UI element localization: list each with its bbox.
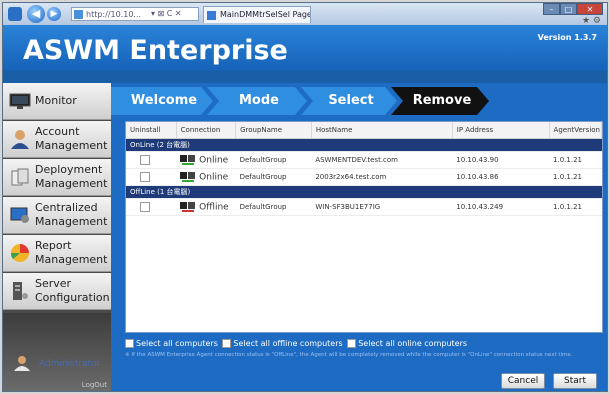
- table-header-row: Uninstall Connection GroupName HostName …: [126, 122, 602, 139]
- sidebar-item-label: Deployment Management: [35, 163, 108, 190]
- column-header-hostname[interactable]: HostName: [311, 122, 453, 139]
- address-controls[interactable]: ▾ ⊠ C ✕: [149, 7, 199, 21]
- maximize-button[interactable]: □: [560, 3, 577, 15]
- sidebar-item-label: Server Configuration: [35, 277, 110, 304]
- agent-version-cell: 1.0.1.21: [549, 198, 602, 216]
- back-icon[interactable]: ◀: [27, 5, 45, 23]
- agent-version-cell: 1.0.1.21: [549, 151, 602, 169]
- group-name-cell: DefaultGroup: [235, 168, 312, 186]
- offline-computer-icon: [180, 201, 196, 212]
- wizard-step-select: Select: [328, 93, 374, 108]
- app-title: ASWM Enterprise: [23, 35, 288, 66]
- wizard-step-welcome: Welcome: [130, 93, 198, 108]
- sidebar-item-report[interactable]: Report Management: [3, 235, 111, 272]
- column-header-connection[interactable]: Connection: [176, 122, 237, 139]
- agent-version-cell: 1.0.1.21: [549, 168, 602, 186]
- select-online-label[interactable]: Select all online computers: [358, 339, 467, 348]
- user-icon: [11, 130, 29, 149]
- browser-tab[interactable]: MainDMMtrSelSel Page: [203, 6, 311, 23]
- ip-address-cell: 10.10.43.90: [452, 151, 550, 169]
- tab-page-icon: [207, 11, 216, 20]
- server-icon: [13, 282, 28, 300]
- host-name-cell: ASWMENTDEV.test.com: [311, 151, 453, 169]
- table-row[interactable]: Offline DefaultGroup WIN-SF3BU1E77IG 10.…: [126, 198, 602, 216]
- column-header-groupname[interactable]: GroupName: [235, 122, 312, 139]
- table-row[interactable]: Online DefaultGroup 2003r2x64.test.com 1…: [126, 168, 602, 186]
- uninstall-checkbox[interactable]: [140, 155, 150, 165]
- browser-window: ◀ ▶ http://10.10... ▾ ⊠ C ✕ MainDMMtrSel…: [2, 2, 608, 392]
- close-button[interactable]: ✕: [577, 3, 603, 15]
- monitor-icon: [9, 93, 31, 109]
- group-row-offline[interactable]: OffLine (1 台電腦): [126, 185, 602, 199]
- group-label: OffLine (1 台電腦): [126, 185, 602, 199]
- group-name-cell: DefaultGroup: [235, 151, 312, 169]
- cancel-button[interactable]: Cancel: [501, 373, 545, 389]
- sidebar-item-label: Monitor: [35, 94, 77, 107]
- sidebar-item-label: Report Management: [35, 239, 108, 266]
- sidebar-item-account[interactable]: Account Management: [3, 121, 111, 158]
- sidebar-item-server[interactable]: Server Configuration: [3, 273, 111, 310]
- host-name-cell: WIN-SF3BU1E77IG: [311, 198, 453, 216]
- logout-link[interactable]: LogOut: [82, 381, 107, 389]
- group-label: OnLine (2 台電腦): [126, 138, 602, 152]
- select-all-checkbox[interactable]: [125, 339, 134, 348]
- offline-note: ※ If the ASWM Enterprise Agent connectio…: [125, 352, 573, 358]
- select-online-checkbox[interactable]: [347, 339, 357, 348]
- computer-list-panel: Uninstall Connection GroupName HostName …: [125, 121, 603, 333]
- version-label: Version 1.3.7: [537, 33, 597, 42]
- browser-toolbar: ◀ ▶ http://10.10... ▾ ⊠ C ✕ MainDMMtrSel…: [3, 3, 607, 26]
- tab-title: MainDMMtrSelSel Page: [220, 10, 311, 19]
- sidebar-item-deployment[interactable]: Deployment Management: [3, 159, 111, 196]
- sidebar-item-centralized[interactable]: Centralized Management: [3, 197, 111, 234]
- host-name-cell: 2003r2x64.test.com: [311, 168, 453, 186]
- start-button[interactable]: Start: [553, 373, 597, 389]
- sidebar-item-label: Account Management: [35, 125, 108, 152]
- app-header: ASWM Enterprise Version 1.3.7: [3, 25, 607, 71]
- selection-options: Select all computers Select all offline …: [125, 339, 603, 351]
- administrator-icon: [14, 356, 30, 371]
- online-computer-icon: [180, 171, 196, 182]
- computer-table: Uninstall Connection GroupName HostName …: [126, 122, 602, 216]
- connection-status: Offline: [199, 202, 229, 213]
- wizard-step-mode: Mode: [239, 93, 279, 108]
- sidebar: Monitor Account Management Deployment Ma…: [3, 83, 111, 391]
- uninstall-checkbox[interactable]: [140, 172, 150, 182]
- forward-icon[interactable]: ▶: [47, 7, 61, 21]
- report-icon: [10, 244, 29, 262]
- select-offline-label[interactable]: Select all offline computers: [233, 339, 342, 348]
- deployment-icon: [11, 168, 29, 186]
- group-name-cell: DefaultGroup: [235, 198, 312, 216]
- select-all-label[interactable]: Select all computers: [136, 339, 218, 348]
- column-header-agentversion[interactable]: AgentVersion: [549, 122, 602, 139]
- ip-address-cell: 10.10.43.86: [452, 168, 550, 186]
- ie-logo-icon: [8, 7, 22, 21]
- wizard-step-remove: Remove: [412, 93, 472, 108]
- centralized-icon: [10, 207, 29, 223]
- select-offline-checkbox[interactable]: [222, 339, 232, 348]
- table-row[interactable]: Online DefaultGroup ASWMENTDEV.test.com …: [126, 151, 602, 169]
- minimize-button[interactable]: –: [543, 3, 560, 15]
- sidebar-item-label: Centralized Management: [35, 201, 108, 228]
- group-row-online[interactable]: OnLine (2 台電腦): [126, 138, 602, 152]
- sidebar-item-monitor[interactable]: Monitor: [3, 83, 111, 120]
- administrator-label: Administrator: [39, 359, 101, 369]
- main-panel: Welcome Mode Select Remove Uninstall Con…: [111, 83, 607, 391]
- ip-address-cell: 10.10.43.249: [452, 198, 550, 216]
- uninstall-checkbox[interactable]: [140, 202, 150, 212]
- admin-area: Administrator LogOut: [3, 313, 111, 391]
- connection-status: Online: [199, 172, 229, 183]
- column-header-uninstall[interactable]: Uninstall: [126, 122, 177, 139]
- address-text: http://10.10...: [86, 10, 142, 19]
- online-computer-icon: [180, 154, 196, 165]
- window-controls: – □ ✕: [543, 3, 603, 15]
- column-header-ip[interactable]: IP Address: [452, 122, 550, 139]
- page-icon: [74, 10, 83, 19]
- connection-status: Online: [199, 155, 229, 166]
